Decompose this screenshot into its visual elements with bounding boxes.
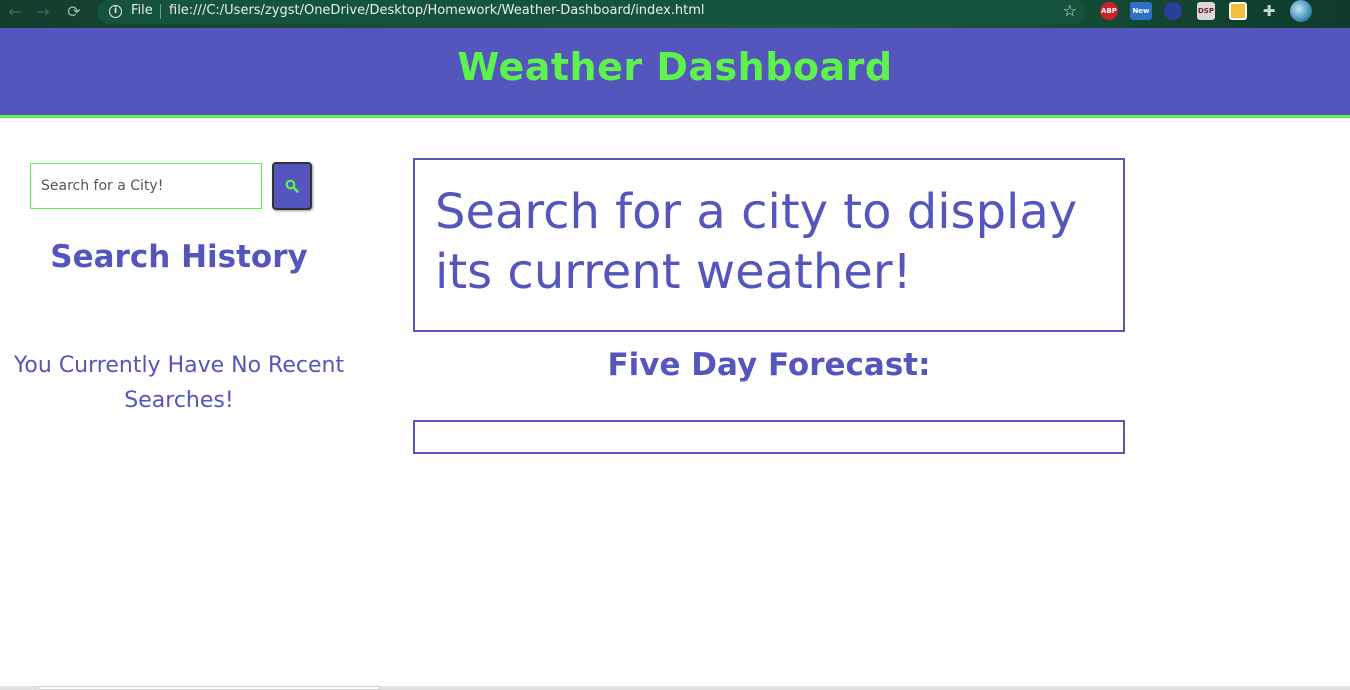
- page-header: Weather Dashboard: [0, 28, 1350, 118]
- search-history-title: Search History: [50, 239, 308, 275]
- search-icon: [285, 179, 299, 193]
- five-day-forecast-panel: [413, 420, 1125, 454]
- no-recent-searches-text: You Currently Have No Recent Searches!: [13, 353, 345, 413]
- reload-icon[interactable]: ⟳: [63, 2, 85, 22]
- dsp-extension-icon[interactable]: DSP: [1197, 2, 1215, 20]
- flag-extension-icon[interactable]: [1164, 2, 1182, 20]
- forward-arrow-icon[interactable]: →: [32, 2, 54, 22]
- address-bar[interactable]: i File file:///C:/Users/zygst/OneDrive/D…: [97, 0, 1085, 24]
- bookmark-star-icon[interactable]: ☆: [1063, 1, 1077, 20]
- frame-extension-icon[interactable]: [1229, 2, 1247, 20]
- current-weather-prompt: Search for a city to display its current…: [435, 184, 1078, 300]
- browser-toolbar: ← → ⟳ i File file:///C:/Users/zygst/OneD…: [0, 0, 1350, 28]
- profile-avatar[interactable]: [1290, 0, 1312, 22]
- new-extension-icon[interactable]: New: [1130, 2, 1152, 20]
- city-search-input[interactable]: [30, 163, 262, 209]
- horizontal-scrollbar[interactable]: [0, 686, 1350, 690]
- scheme-label: File: [131, 3, 153, 18]
- address-separator: [160, 4, 161, 19]
- five-day-forecast-title: Five Day Forecast:: [607, 347, 931, 383]
- info-icon[interactable]: i: [109, 5, 122, 18]
- adblock-extension-icon[interactable]: ABP: [1100, 2, 1118, 20]
- url-text[interactable]: file:///C:/Users/zygst/OneDrive/Desktop/…: [169, 3, 705, 18]
- page-title: Weather Dashboard: [457, 45, 893, 89]
- current-weather-panel: Search for a city to display its current…: [413, 158, 1125, 332]
- search-button[interactable]: [272, 162, 312, 210]
- scrollbar-thumb[interactable]: [38, 686, 380, 690]
- back-arrow-icon[interactable]: ←: [4, 2, 26, 22]
- puzzle-extension-icon[interactable]: ✚: [1260, 2, 1278, 20]
